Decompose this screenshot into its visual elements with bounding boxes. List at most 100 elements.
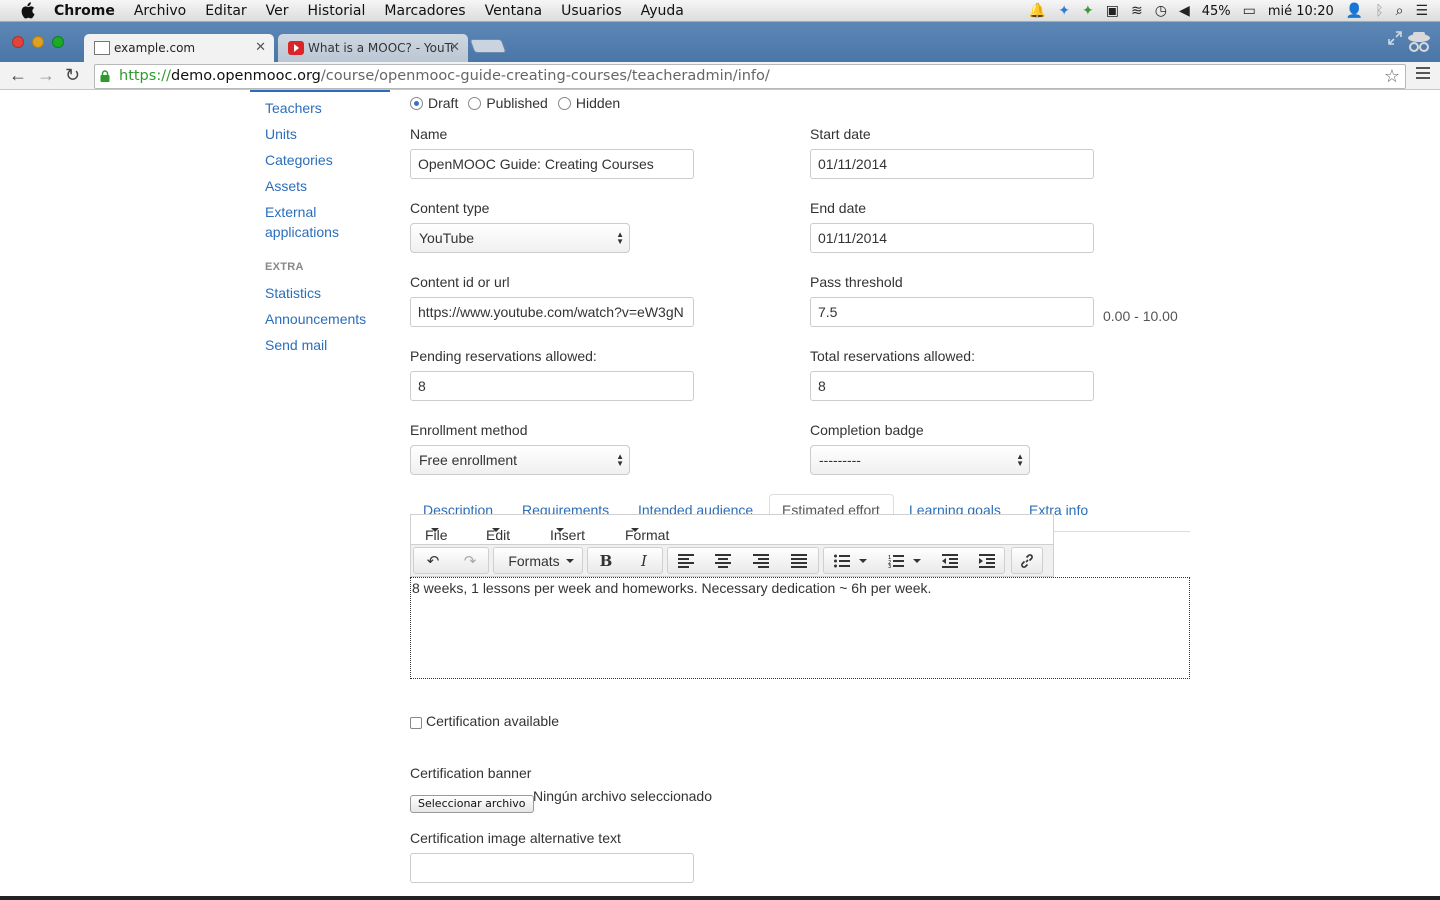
menu-historial[interactable]: Historial: [308, 2, 366, 20]
total-reservations-input[interactable]: 8: [810, 371, 1094, 401]
pass-threshold-range-hint: 0.00 - 10.00: [1103, 308, 1178, 324]
window-close-button[interactable]: [12, 36, 24, 48]
battery-icon[interactable]: ▭: [1243, 3, 1256, 19]
content-type-select[interactable]: YouTube ▲ ▼: [410, 223, 630, 253]
window-minimize-button[interactable]: [32, 36, 44, 48]
status-radio-draft[interactable]: [410, 96, 423, 110]
start-date-label: Start date: [810, 126, 871, 142]
completion-badge-select[interactable]: --------- ▲ ▼: [810, 445, 1030, 475]
back-arrow-icon[interactable]: ←: [9, 65, 27, 85]
address-bar[interactable]: https://demo.openmooc.org/course/openmoo…: [94, 64, 1406, 89]
bullet-list-icon[interactable]: [829, 547, 855, 574]
end-date-input[interactable]: 01/11/2014: [810, 223, 1094, 253]
browser-toolbar: ← → ↻ https://demo.openmooc.org/course/o…: [0, 62, 1440, 90]
notification-bell-icon[interactable]: 🔔: [1029, 3, 1046, 19]
menu-usuarios[interactable]: Usuarios: [561, 2, 622, 20]
volume-icon[interactable]: ◀: [1179, 3, 1190, 19]
name-input[interactable]: OpenMOOC Guide: Creating Courses: [410, 149, 694, 179]
editor-menu-file[interactable]: File: [425, 521, 448, 543]
certification-available-checkbox[interactable]: [410, 717, 422, 729]
align-right-icon[interactable]: [746, 547, 776, 574]
pass-threshold-input[interactable]: 7.5: [810, 297, 1094, 327]
bluetooth-icon[interactable]: ᛒ: [1375, 3, 1383, 19]
menu-app-chrome[interactable]: Chrome: [54, 2, 115, 20]
forward-arrow-icon[interactable]: →: [37, 65, 55, 85]
window-bottom-edge: [0, 896, 1440, 900]
italic-icon[interactable]: I: [629, 547, 659, 574]
editor-menu-format[interactable]: Format: [625, 521, 669, 543]
reload-icon[interactable]: ↻: [65, 65, 80, 85]
pending-reservations-input[interactable]: 8: [410, 371, 694, 401]
sidebar-item-send-mail[interactable]: Send mail: [265, 335, 327, 355]
content-id-input[interactable]: https://www.youtube.com/watch?v=eW3gN: [410, 297, 694, 327]
completion-badge-label: Completion badge: [810, 422, 924, 438]
choose-file-button[interactable]: Seleccionar archivo: [410, 795, 534, 813]
menu-archivo[interactable]: Archivo: [134, 2, 186, 20]
fullscreen-icon[interactable]: [1388, 31, 1402, 45]
wifi-icon[interactable]: ≋: [1131, 3, 1143, 19]
start-date-input[interactable]: 01/11/2014: [810, 149, 1094, 179]
browser-tab-example[interactable]: example.com ✕: [84, 34, 274, 62]
dropbox-icon[interactable]: ✦: [1058, 3, 1070, 19]
menu-ayuda[interactable]: Ayuda: [641, 2, 684, 20]
indent-icon[interactable]: [972, 547, 1002, 574]
clock[interactable]: mié 10:20: [1268, 4, 1334, 19]
rich-text-editor[interactable]: 8 weeks, 1 lessons per week and homework…: [410, 577, 1190, 679]
bookmark-star-icon[interactable]: ☆: [1384, 66, 1400, 87]
content-id-label: Content id or url: [410, 274, 510, 290]
browser-tab-strip: example.com ✕ What is a MOOC? - YouTul ✕: [0, 22, 1440, 62]
numbered-list-icon[interactable]: 123: [883, 547, 909, 574]
sync-icon[interactable]: ✦: [1082, 3, 1094, 19]
sidebar-item-teachers[interactable]: Teachers: [265, 98, 322, 118]
tab-title: What is a MOOC? - YouTul: [308, 41, 453, 55]
status-radio-hidden[interactable]: [557, 96, 571, 110]
menu-marcadores[interactable]: Marcadores: [384, 2, 465, 20]
align-justify-icon[interactable]: [784, 547, 814, 574]
spotlight-search-icon[interactable]: ⌕: [1396, 3, 1404, 19]
editor-menu-edit[interactable]: Edit: [486, 521, 510, 543]
total-reservations-label: Total reservations allowed:: [810, 348, 975, 364]
close-tab-icon[interactable]: ✕: [449, 40, 460, 55]
menu-ver[interactable]: Ver: [266, 2, 289, 20]
numbered-list-caret-icon[interactable]: [911, 547, 923, 574]
url-text: https://demo.openmooc.org/course/openmoo…: [119, 68, 770, 84]
apple-icon[interactable]: [19, 2, 35, 19]
time-machine-icon[interactable]: ◷: [1155, 3, 1167, 19]
redo-icon[interactable]: ↷: [458, 547, 482, 574]
bullet-list-caret-icon[interactable]: [857, 547, 869, 574]
align-center-icon[interactable]: [708, 547, 738, 574]
undo-icon[interactable]: ↶: [421, 547, 445, 574]
bold-icon[interactable]: B: [591, 547, 621, 574]
align-left-icon[interactable]: [671, 547, 701, 574]
sidebar-item-announcements[interactable]: Announcements: [265, 309, 366, 329]
outdent-icon[interactable]: [935, 547, 965, 574]
window-zoom-button[interactable]: [52, 36, 64, 48]
notification-center-icon[interactable]: ☰: [1415, 3, 1428, 19]
sidebar-item-assets[interactable]: Assets: [265, 176, 307, 196]
close-tab-icon[interactable]: ✕: [255, 40, 266, 55]
browser-tab-youtube[interactable]: What is a MOOC? - YouTul ✕: [278, 34, 468, 62]
menu-editar[interactable]: Editar: [205, 2, 246, 20]
enrollment-method-select[interactable]: Free enrollment ▲ ▼: [410, 445, 630, 475]
certification-available-label: Certification available: [426, 713, 560, 729]
secure-lock-icon: [100, 70, 110, 82]
sidebar-item-external-applications-line2[interactable]: applications: [265, 222, 339, 242]
sidebar-item-statistics[interactable]: Statistics: [265, 283, 321, 303]
editor-menu-insert[interactable]: Insert: [550, 521, 585, 543]
formats-button[interactable]: Formats: [505, 547, 577, 574]
menu-ventana[interactable]: Ventana: [485, 2, 543, 20]
sidebar-item-external-applications[interactable]: External: [265, 202, 316, 222]
certification-alt-text-input[interactable]: [410, 853, 694, 883]
sidebar-item-categories[interactable]: Categories: [265, 150, 333, 170]
chrome-menu-icon[interactable]: [1416, 67, 1430, 81]
end-date-label: End date: [810, 200, 867, 216]
evernote-icon[interactable]: ▣: [1106, 3, 1119, 19]
status-radio-published[interactable]: [468, 96, 482, 110]
new-tab-button[interactable]: [469, 39, 507, 53]
link-icon[interactable]: [1015, 547, 1039, 574]
sidebar-item-units[interactable]: Units: [265, 124, 297, 144]
svg-text:3: 3: [888, 564, 891, 568]
user-icon[interactable]: 👤: [1346, 3, 1363, 19]
enrollment-method-value: Free enrollment: [419, 452, 518, 468]
select-arrows-icon: ▲ ▼: [616, 452, 624, 468]
